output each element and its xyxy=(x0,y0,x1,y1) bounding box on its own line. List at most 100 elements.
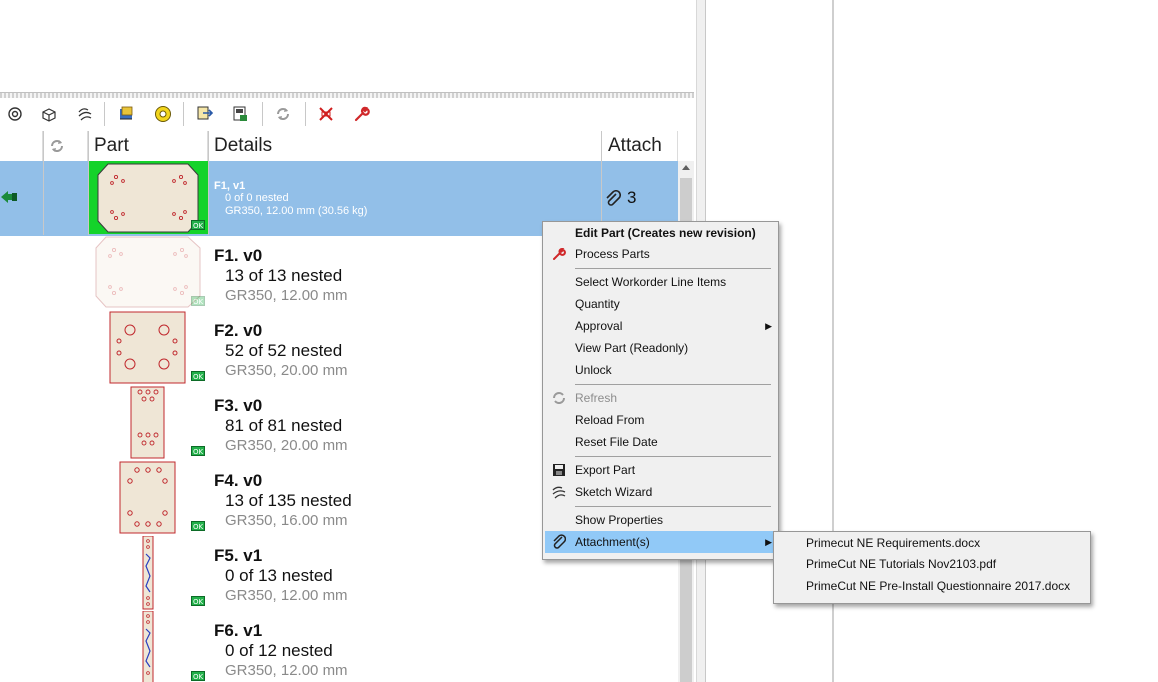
table-row[interactable]: OK F6. v1 0 of 12 nested GR350, 12.00 mm xyxy=(0,611,678,682)
material-info: GR350, 20.00 mm xyxy=(225,437,348,454)
target-icon[interactable] xyxy=(3,102,27,126)
part-title: F5. v1 xyxy=(214,546,263,565)
menu-label: Quantity xyxy=(575,297,620,311)
cube-icon[interactable] xyxy=(37,102,61,126)
refresh-icon xyxy=(551,390,567,406)
menu-refresh[interactable]: Refresh xyxy=(545,387,776,409)
menu-attachments[interactable]: Attachment(s) ▶ xyxy=(545,531,776,553)
menu-view-part[interactable]: View Part (Readonly) xyxy=(545,337,776,359)
menu-label: Show Properties xyxy=(575,513,664,527)
submenu-arrow-icon: ▶ xyxy=(765,537,772,547)
menu-separator xyxy=(575,456,771,457)
ok-badge: OK xyxy=(191,446,205,456)
menu-separator xyxy=(575,268,771,269)
header-attach[interactable]: Attach xyxy=(602,131,678,161)
attachment-item[interactable]: Primecut NE Requirements.docx xyxy=(776,532,1088,554)
column-divider xyxy=(88,131,89,235)
menu-separator xyxy=(575,506,771,507)
menu-approval[interactable]: Approval ▶ xyxy=(545,315,776,337)
menu-label: Edit Part (Creates new revision) xyxy=(575,226,756,240)
wrench-icon[interactable] xyxy=(350,102,374,126)
header-sync[interactable] xyxy=(43,131,88,161)
ok-badge: OK xyxy=(191,296,205,306)
part-thumbnail xyxy=(109,311,186,384)
back-arrow-icon xyxy=(0,189,18,210)
header-details[interactable]: Details xyxy=(208,131,602,161)
menu-show-properties[interactable]: Show Properties xyxy=(545,509,776,531)
ok-badge: OK xyxy=(191,596,205,606)
material-info: GR350, 12.00 mm (30.56 kg) xyxy=(225,205,368,217)
attachment-item[interactable]: PrimeCut NE Pre-Install Questionnaire 20… xyxy=(776,575,1088,597)
attach-count[interactable]: 3 xyxy=(627,188,636,208)
parts-toolbar xyxy=(0,98,694,130)
nest-icon[interactable] xyxy=(115,102,139,126)
grid-header: Part Details Attach xyxy=(0,131,678,162)
part-thumbnail xyxy=(142,536,154,610)
menu-label: Sketch Wizard xyxy=(575,485,653,499)
menu-separator xyxy=(575,384,771,385)
part-thumbnail xyxy=(119,461,176,534)
ok-badge: OK xyxy=(191,671,205,681)
menu-quantity[interactable]: Quantity xyxy=(545,293,776,315)
menu-label: Select Workorder Line Items xyxy=(575,275,727,289)
submenu-arrow-icon: ▶ xyxy=(765,321,772,331)
context-menu: Edit Part (Creates new revision) Process… xyxy=(542,221,779,560)
nested-count: 0 of 13 nested xyxy=(225,566,333,585)
ok-badge: OK xyxy=(191,220,205,230)
nested-count: 0 of 12 nested xyxy=(225,641,333,660)
sketch-icon xyxy=(551,484,567,500)
attachment-label: PrimeCut NE Pre-Install Questionnaire 20… xyxy=(806,579,1071,593)
menu-label: Unlock xyxy=(575,363,612,377)
menu-label: Process Parts xyxy=(575,247,650,261)
attachment-label: Primecut NE Requirements.docx xyxy=(806,536,981,550)
ok-badge: OK xyxy=(191,371,205,381)
part-title: F1, v1 xyxy=(214,180,246,192)
material-info: GR350, 16.00 mm xyxy=(225,512,348,529)
menu-label: View Part (Readonly) xyxy=(575,341,689,355)
menu-reload-from[interactable]: Reload From xyxy=(545,409,776,431)
menu-label: Refresh xyxy=(575,391,618,405)
material-info: GR350, 12.00 mm xyxy=(225,587,348,604)
material-info: GR350, 12.00 mm xyxy=(225,662,348,679)
part-title: F2. v0 xyxy=(214,321,263,340)
header-part[interactable]: Part xyxy=(88,131,208,161)
export-icon[interactable] xyxy=(228,102,252,126)
column-divider xyxy=(601,131,602,235)
material-info: GR350, 20.00 mm xyxy=(225,362,348,379)
nested-count: 0 of 0 nested xyxy=(225,192,289,204)
nested-count: 81 of 81 nested xyxy=(225,416,343,435)
save-icon xyxy=(551,462,567,478)
menu-label: Reload From xyxy=(575,413,645,427)
menu-label: Approval xyxy=(575,319,623,333)
nested-count: 13 of 13 nested xyxy=(225,266,343,285)
sketch-icon[interactable] xyxy=(73,102,97,126)
scroll-up-icon[interactable] xyxy=(682,165,690,170)
sync-icon xyxy=(51,140,63,152)
nested-count: 13 of 135 nested xyxy=(225,491,352,510)
menu-label: Reset File Date xyxy=(575,435,658,449)
part-title: F3. v0 xyxy=(214,396,263,415)
menu-export-part[interactable]: Export Part xyxy=(545,459,776,481)
menu-sketch-wizard[interactable]: Sketch Wizard xyxy=(545,481,776,503)
menu-edit-part[interactable]: Edit Part (Creates new revision) xyxy=(545,222,776,244)
paperclip-icon[interactable] xyxy=(605,189,622,213)
delete-red-icon[interactable] xyxy=(314,102,338,126)
menu-select-workorder[interactable]: Select Workorder Line Items xyxy=(545,271,776,293)
circle-yellow-icon[interactable] xyxy=(151,102,175,126)
paperclip-icon xyxy=(551,534,567,550)
menu-reset-file-date[interactable]: Reset File Date xyxy=(545,431,776,453)
menu-label: Attachment(s) xyxy=(575,535,650,549)
part-title: F6. v1 xyxy=(214,621,263,640)
header-row-icon[interactable] xyxy=(0,131,43,161)
menu-process-parts[interactable]: Process Parts xyxy=(545,243,776,265)
part-title: F1. v0 xyxy=(214,246,263,265)
menu-unlock[interactable]: Unlock xyxy=(545,359,776,381)
attachment-item[interactable]: PrimeCut NE Tutorials Nov2103.pdf xyxy=(776,553,1088,575)
import-icon[interactable] xyxy=(193,102,217,126)
nested-count: 52 of 52 nested xyxy=(225,341,343,360)
attachments-submenu: Primecut NE Requirements.docx PrimeCut N… xyxy=(773,531,1091,604)
refresh-icon[interactable] xyxy=(271,102,295,126)
material-info: GR350, 12.00 mm xyxy=(225,287,348,304)
part-thumbnail: OK xyxy=(88,161,208,234)
part-thumbnail xyxy=(95,236,201,308)
